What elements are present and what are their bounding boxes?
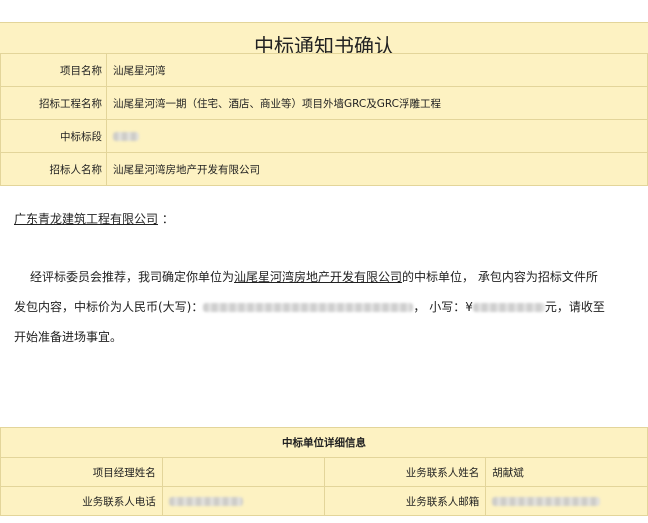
tender-project-label: 招标工程名称 [0, 86, 107, 120]
winning-section-label: 中标标段 [0, 119, 107, 153]
pm-name-value [161, 457, 325, 487]
line2-text-a: 发包内容，中标价为人民币(大写)： [14, 300, 204, 314]
contact-name-value: 胡献斌 [485, 457, 648, 487]
winner-detail-table: 中标单位详细信息 项目经理姓名 业务联系人姓名 胡献斌 业务联系人电话 业务联系… [0, 427, 648, 516]
line2-text-b: ， 小写：¥ [413, 300, 473, 314]
tenderer-value: 汕尾星河湾房地产开发有限公司 [106, 152, 648, 186]
row-project-name: 项目名称 汕尾星河湾 [0, 53, 648, 87]
row-winning-section: 中标标段 [0, 119, 648, 153]
contact-name-label: 业务联系人姓名 [323, 457, 487, 487]
redacted-amount-words [203, 303, 414, 312]
addressee-suffix: ： [161, 212, 174, 226]
tender-project-value: 汕尾星河湾一期（住宅、酒店、商业等）项目外墙GRC及GRC浮雕工程 [106, 86, 648, 120]
detail-header-row: 中标单位详细信息 [0, 427, 648, 458]
redacted-phone [168, 496, 243, 506]
row-tender-project: 招标工程名称 汕尾星河湾一期（住宅、酒店、商业等）项目外墙GRC及GRC浮雕工程 [0, 86, 648, 120]
detail-row-2: 业务联系人电话 业务联系人邮箱 [0, 486, 648, 516]
letter-line-1: 经评标委员会推荐，我司确定你单位为汕尾星河湾房地产开发有限公司的中标单位， 承包… [30, 268, 648, 285]
detail-row-1: 项目经理姓名 业务联系人姓名 胡献斌 [0, 457, 648, 487]
addressee-company: 广东青龙建筑工程有限公司 [14, 212, 159, 226]
letter-line-3: 开始准备进场事宜。 [14, 330, 123, 344]
letter-line-2: 发包内容，中标价为人民币(大写)： ， 小写：¥ 元，请收至 [14, 298, 648, 315]
line1-text-a: 经评标委员会推荐，我司确定你单位为 [30, 270, 235, 284]
contact-phone-value [161, 486, 325, 516]
project-name-value: 汕尾星河湾 [106, 53, 648, 87]
line2-text-c: 元，请收至 [544, 300, 605, 314]
row-tenderer: 招标人名称 汕尾星河湾房地产开发有限公司 [0, 152, 648, 186]
contact-email-label: 业务联系人邮箱 [323, 486, 487, 516]
contact-email-value [485, 486, 648, 516]
pm-name-label: 项目经理姓名 [0, 457, 163, 487]
winning-section-value [106, 119, 648, 153]
detail-header: 中标单位详细信息 [0, 427, 648, 458]
redacted-email [492, 496, 601, 506]
redacted-amount-number [472, 303, 545, 312]
contact-phone-label: 业务联系人电话 [0, 486, 163, 516]
line1-text-b: 的中标单位， 承包内容为招标文件所 [402, 270, 598, 284]
project-info-table: 项目名称 汕尾星河湾 招标工程名称 汕尾星河湾一期（住宅、酒店、商业等）项目外墙… [0, 53, 648, 186]
letter-addressee: 广东青龙建筑工程有限公司 ： [14, 210, 174, 227]
tenderer-label: 招标人名称 [0, 152, 107, 186]
line1-company: 汕尾星河湾房地产开发有限公司 [234, 270, 403, 284]
project-name-label: 项目名称 [0, 53, 107, 87]
redacted-text [113, 131, 139, 141]
